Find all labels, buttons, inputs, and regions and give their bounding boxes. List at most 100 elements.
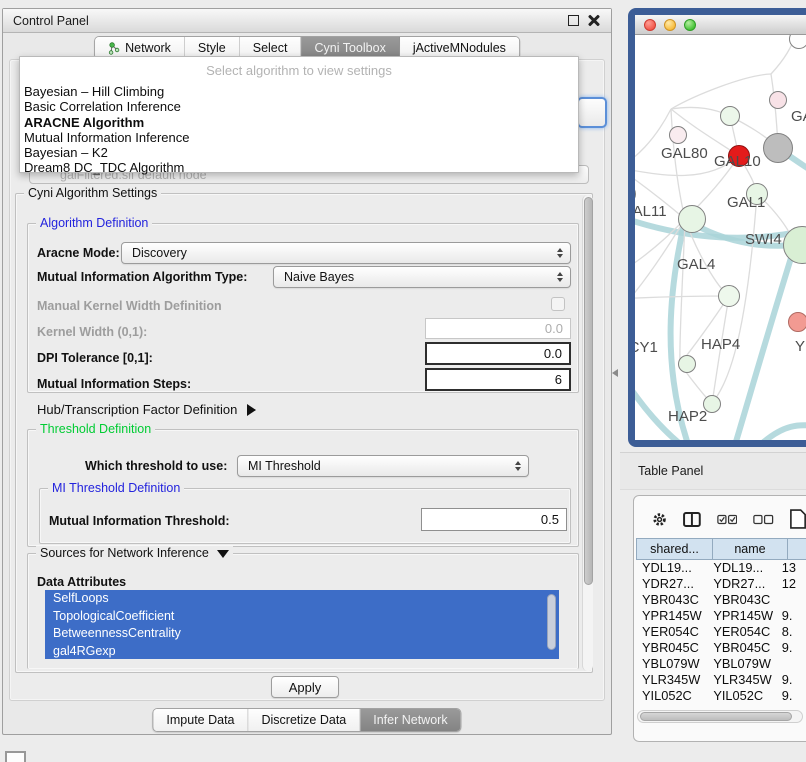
select-all-columns-icon[interactable] [717, 514, 738, 525]
table-panel-header: Table Panel [620, 452, 806, 490]
algorithm-definition-title: Algorithm Definition [36, 216, 152, 230]
node-gal-cut[interactable] [769, 91, 787, 109]
cell-shared-name: YBR043C [636, 592, 707, 608]
gear-icon[interactable] [652, 511, 667, 528]
attributes-scrollbar-thumb[interactable] [547, 594, 556, 650]
node-hap4[interactable] [718, 285, 740, 307]
cell-name: YDL19... [707, 560, 777, 576]
tab-impute-data-label: Impute Data [166, 713, 234, 727]
table-toolbar [640, 505, 806, 533]
table-row[interactable]: YPR145W YPR145W 9. [636, 608, 806, 624]
attribute-item[interactable]: SelfLoops [45, 590, 559, 608]
columns-icon[interactable] [683, 511, 701, 528]
mi-steps-label: Mutual Information Steps: [37, 377, 191, 391]
tab-discretize-data[interactable]: Discretize Data [249, 709, 361, 731]
mi-threshold-field[interactable]: 0.5 [421, 508, 567, 531]
close-icon[interactable] [588, 14, 601, 27]
dropdown-item[interactable]: Basic Correlation Inference [20, 99, 578, 114]
manual-kernel-label: Manual Kernel Width Definition [37, 299, 222, 313]
cell-value: 13 [778, 560, 806, 576]
cell-name: YER054C [707, 624, 777, 640]
cell-shared-name: YBR045C [636, 640, 707, 656]
minimize-traffic-icon[interactable] [664, 19, 676, 31]
attribute-item[interactable]: BetweennessCentrality [45, 625, 559, 643]
dpi-tolerance-field[interactable]: 0.0 [425, 342, 571, 365]
node-label: GAL4 [677, 256, 715, 273]
deselect-all-columns-icon[interactable] [753, 514, 774, 525]
dropdown-item-selected[interactable]: ARACNE Algorithm [20, 115, 578, 130]
tab-impute-data[interactable]: Impute Data [153, 709, 248, 731]
mi-threshold-label: Mutual Information Threshold: [49, 514, 230, 528]
network-canvas[interactable]: GAL GAL80 GAL10 GAL11 GAL1 SWI4 GAL4 GCY… [635, 35, 806, 440]
cell-name: YPR145W [707, 608, 777, 624]
mi-type-combobox[interactable]: Naive Bayes [273, 266, 571, 288]
table-row[interactable]: YBL079W YBL079W [636, 656, 806, 672]
network-window-titlebar[interactable] [635, 15, 806, 35]
mi-steps-field[interactable]: 6 [425, 368, 571, 391]
mi-threshold-definition-title: MI Threshold Definition [48, 481, 184, 495]
dropdown-item[interactable]: Dream8 DC_TDC Algorithm [20, 160, 578, 175]
dropdown-prompt: Select algorithm to view settings [20, 59, 578, 84]
kernel-width-value: 0.0 [545, 321, 563, 336]
close-traffic-icon[interactable] [644, 19, 656, 31]
sources-group-title[interactable]: Sources for Network Inference [36, 546, 233, 560]
dropdown-item[interactable]: Bayesian – Hill Climbing [20, 84, 578, 99]
cell-name: YBR043C [707, 592, 777, 608]
zoom-traffic-icon[interactable] [684, 19, 696, 31]
minimized-panel-chip[interactable] [5, 751, 26, 762]
new-table-icon-cut[interactable] [790, 508, 806, 530]
tab-style-label: Style [198, 41, 226, 55]
aracne-mode-value: Discovery [132, 246, 187, 260]
attribute-item[interactable]: TopologicalCoefficient [45, 608, 559, 626]
table-row[interactable]: YLR345W YLR345W 9. [636, 672, 806, 688]
aracne-mode-label: Aracne Mode: [37, 246, 120, 260]
manual-kernel-checkbox[interactable] [551, 297, 565, 311]
mi-threshold-value: 0.5 [541, 512, 559, 527]
node-gal10[interactable] [720, 106, 740, 126]
float-window-icon[interactable] [568, 15, 579, 26]
hub-definition-expander[interactable]: Hub/Transcription Factor Definition [37, 402, 256, 417]
settings-scrollbar-thumb[interactable] [584, 197, 593, 585]
settings-scrollbar[interactable] [582, 195, 593, 671]
dpi-tolerance-value: 0.0 [544, 346, 562, 361]
cell-name: YBR045C [707, 640, 777, 656]
column-header-cut[interactable] [787, 538, 806, 560]
cell-value [778, 592, 806, 608]
table-row[interactable]: YER054C YER054C 8. [636, 624, 806, 640]
splitpane-collapse-icon[interactable] [612, 369, 618, 377]
node-label: GAL11 [635, 203, 667, 220]
attribute-item[interactable]: gal4RGexp [45, 643, 559, 660]
table-row[interactable]: YIL052C YIL052C 9. [636, 688, 806, 700]
node-hap2[interactable] [678, 355, 696, 373]
node-label: HAP4 [701, 336, 740, 353]
mi-type-value: Naive Bayes [284, 270, 354, 284]
kernel-width-field[interactable]: 0.0 [425, 318, 571, 339]
table-header-row: shared... name [636, 538, 806, 560]
which-threshold-combobox[interactable]: MI Threshold [237, 455, 529, 477]
occluded-combobox-fragment[interactable] [577, 97, 607, 128]
tab-infer-network[interactable]: Infer Network [360, 709, 460, 731]
cell-value: 12 [778, 576, 806, 592]
data-attributes-list[interactable]: SelfLoops TopologicalCoefficient Between… [45, 590, 559, 659]
table-horizontal-scrollbar[interactable] [637, 710, 803, 723]
table-horizontal-scrollbar-thumb[interactable] [640, 712, 792, 721]
aracne-mode-combobox[interactable]: Discovery [121, 242, 571, 264]
node-gray[interactable] [763, 133, 793, 163]
table-row[interactable]: YBR043C YBR043C [636, 592, 806, 608]
node-label: GAL1 [727, 194, 765, 211]
dropdown-item[interactable]: Bayesian – K2 [20, 145, 578, 160]
table-row[interactable]: YBR045C YBR045C 9. [636, 640, 806, 656]
table-row[interactable]: YDR27... YDR27... 12 [636, 576, 806, 592]
cell-shared-name: YIL052C [636, 688, 707, 700]
column-header-name[interactable]: name [712, 538, 787, 560]
column-header-shared[interactable]: shared... [636, 538, 712, 560]
node-gal80[interactable] [669, 126, 687, 144]
node-label: SWI4 [745, 231, 782, 248]
node-gal4[interactable] [678, 205, 706, 233]
cell-shared-name: YBL079W [636, 656, 707, 672]
table-body[interactable]: YDL19... YDL19... 13 YDR27... YDR27... 1… [636, 560, 806, 700]
apply-button[interactable]: Apply [271, 676, 339, 698]
node-salmon[interactable] [788, 312, 806, 332]
dropdown-item[interactable]: Mutual Information Inference [20, 130, 578, 145]
table-row[interactable]: YDL19... YDL19... 13 [636, 560, 806, 576]
